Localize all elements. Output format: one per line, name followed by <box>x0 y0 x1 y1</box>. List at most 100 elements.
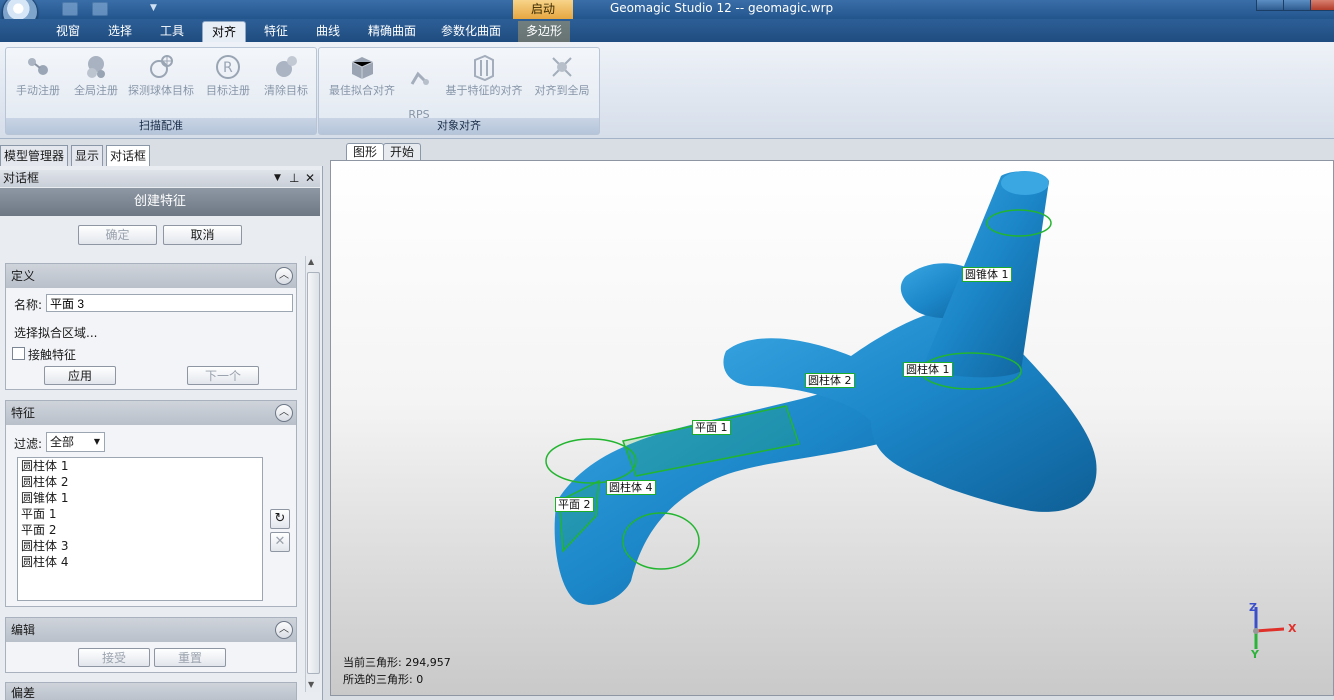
chevron-down-icon: ▼ <box>93 437 100 446</box>
tab-tools[interactable]: 工具 <box>152 21 192 42</box>
axis-triad-icon <box>1253 607 1285 649</box>
tab-align[interactable]: 对齐 <box>202 21 246 43</box>
list-item[interactable]: 圆锥体 1 <box>18 490 262 506</box>
title-bar: Geomagic Studio 12 -- geomagic.wrp <box>0 0 1334 19</box>
list-item[interactable]: 平面 1 <box>18 506 262 522</box>
feature-label-cylinder-1[interactable]: 圆柱体 1 <box>903 362 953 377</box>
detect-sphere-targets-button[interactable]: 探测球体目标 <box>126 52 196 97</box>
tab-start[interactable]: 开始 <box>383 143 422 161</box>
dialog-header-label: 对话框 <box>3 171 40 185</box>
edit-section-title: 编辑 <box>11 623 36 637</box>
tab-parametric-surfacing[interactable]: 参数化曲面 <box>436 21 506 42</box>
features-section-header[interactable]: 特征 ︿ <box>6 401 296 425</box>
align-to-global-button[interactable]: 对齐到全局 <box>529 52 595 97</box>
3d-viewport[interactable]: 圆锥体 1 圆柱体 1 圆柱体 2 平面 1 圆柱体 4 平面 2 当前三角形:… <box>330 160 1334 696</box>
dialog-header: 对话框 ▼ ⊥ ✕ <box>0 170 320 187</box>
feature-label-cylinder-4[interactable]: 圆柱体 4 <box>606 480 656 495</box>
best-fit-alignment-button[interactable]: 最佳拟合对齐 <box>325 52 399 97</box>
filter-label: 过滤: <box>14 437 43 451</box>
next-button[interactable]: 下一个 <box>187 366 259 385</box>
tab-select[interactable]: 选择 <box>100 21 140 42</box>
group-object-alignment: 最佳拟合对齐 RPS 对齐 基于特征的对齐 对齐到全局 对象对齐 <box>318 47 600 135</box>
undo-icon[interactable] <box>62 2 78 16</box>
scroll-down-icon[interactable]: ▼ <box>308 680 314 689</box>
deviation-section: 偏差 <box>5 682 297 700</box>
mesh-model[interactable] <box>331 161 1333 695</box>
selected-triangles-label: 所选的三角形: <box>343 673 413 686</box>
close-panel-icon[interactable]: ✕ <box>305 170 315 187</box>
feature-based-alignment-button[interactable]: 基于特征的对齐 <box>441 52 527 97</box>
definition-section-header[interactable]: 定义 ︿ <box>6 264 296 288</box>
target-registration-button[interactable]: R 目标注册 <box>200 52 256 97</box>
delete-feature-button[interactable]: ✕ <box>270 532 290 552</box>
tab-model-manager[interactable]: 模型管理器 <box>0 145 69 166</box>
dialog-scrollbar[interactable]: ▲ ▼ <box>305 256 320 692</box>
window-title: Geomagic Studio 12 -- geomagic.wrp <box>610 1 834 15</box>
minimize-button[interactable] <box>1256 0 1284 11</box>
list-item[interactable]: 圆柱体 3 <box>18 538 262 554</box>
group-label-scan-registration: 扫描配准 <box>6 118 316 134</box>
manual-registration-button[interactable]: 手动注册 <box>10 52 66 97</box>
definition-section: 定义 ︿ 名称: 选择拟合区域... 接触特征 应用 下一个 <box>5 263 297 390</box>
close-window-button[interactable] <box>1310 0 1334 11</box>
redo-icon[interactable] <box>92 2 108 16</box>
ok-button[interactable]: 确定 <box>78 225 157 245</box>
name-input[interactable] <box>46 294 293 312</box>
scroll-up-icon[interactable]: ▲ <box>308 257 314 266</box>
current-triangles-value: 294,957 <box>405 656 451 669</box>
contact-feature-checkbox[interactable] <box>12 347 25 360</box>
feature-label-cylinder-2[interactable]: 圆柱体 2 <box>805 373 855 388</box>
feature-based-alignment-icon <box>474 54 494 82</box>
collapse-features-icon[interactable]: ︿ <box>275 404 293 422</box>
feature-label-plane-1[interactable]: 平面 1 <box>692 420 731 435</box>
current-triangles-label: 当前三角形: <box>343 656 402 669</box>
svg-text:R: R <box>223 60 233 76</box>
group-scan-registration: 手动注册 全局注册 探测球体目标 R 目标注册 清除目标 扫描配准 <box>5 47 317 135</box>
refresh-feature-button[interactable]: ↻ <box>270 509 290 529</box>
tab-graphics[interactable]: 图形 <box>346 143 385 161</box>
ribbon: 手动注册 全局注册 探测球体目标 R 目标注册 清除目标 扫描配准 最佳拟合对齐… <box>0 42 1334 139</box>
edit-section-header[interactable]: 编辑 ︿ <box>6 618 296 642</box>
scroll-thumb[interactable] <box>307 272 320 674</box>
filter-selected-value: 全部 <box>50 435 75 449</box>
collapse-edit-icon[interactable]: ︿ <box>275 621 293 639</box>
edit-section: 编辑 ︿ 接受 重置 <box>5 617 297 673</box>
global-registration-button[interactable]: 全局注册 <box>68 52 124 97</box>
maximize-button[interactable] <box>1283 0 1311 11</box>
quick-access-dropdown-icon[interactable]: ▼ <box>150 3 157 13</box>
features-section: 特征 ︿ 过滤: 全部 ▼ 圆柱体 1 圆柱体 2 圆锥体 1 平面 1 平面 … <box>5 400 297 607</box>
tab-exact-surfacing[interactable]: 精确曲面 <box>360 21 424 42</box>
tab-view[interactable]: 视窗 <box>48 21 88 42</box>
list-item[interactable]: 圆柱体 2 <box>18 474 262 490</box>
select-fit-region-label: 选择拟合区域... <box>14 326 98 340</box>
clear-targets-button[interactable]: 清除目标 <box>258 52 314 97</box>
list-item[interactable]: 圆柱体 1 <box>18 458 262 474</box>
list-item[interactable]: 平面 2 <box>18 522 262 538</box>
best-fit-alignment-icon <box>351 57 374 79</box>
tab-features[interactable]: 特征 <box>256 21 296 42</box>
list-item[interactable]: 圆柱体 4 <box>18 554 262 570</box>
accept-button[interactable]: 接受 <box>78 648 150 667</box>
deviation-section-header[interactable]: 偏差 <box>6 683 296 700</box>
reset-button[interactable]: 重置 <box>154 648 226 667</box>
pin-icon[interactable]: ⊥ <box>289 170 299 187</box>
apply-button[interactable]: 应用 <box>44 366 116 385</box>
tab-dialog[interactable]: 对话框 <box>106 145 151 166</box>
tab-polygons[interactable]: 多边形 <box>518 21 570 42</box>
features-section-title: 特征 <box>11 406 36 420</box>
rps-alignment-icon <box>410 71 429 85</box>
manual-registration-icon <box>28 58 48 75</box>
feature-label-cone-1[interactable]: 圆锥体 1 <box>962 267 1012 282</box>
cancel-button[interactable]: 取消 <box>163 225 242 245</box>
selected-triangles-value: 0 <box>416 673 424 686</box>
collapse-definition-icon[interactable]: ︿ <box>275 267 293 285</box>
context-tab-startup[interactable]: 启动 <box>513 0 573 19</box>
filter-dropdown[interactable]: 全部 ▼ <box>46 432 105 452</box>
feature-list[interactable]: 圆柱体 1 圆柱体 2 圆锥体 1 平面 1 平面 2 圆柱体 3 圆柱体 4 <box>17 457 263 601</box>
selected-triangles-stat: 所选的三角形: 0 <box>343 671 423 687</box>
feature-label-plane-2[interactable]: 平面 2 <box>555 497 594 512</box>
tab-curves[interactable]: 曲线 <box>308 21 348 42</box>
axis-x-label: X <box>1288 622 1297 635</box>
panel-menu-icon[interactable]: ▼ <box>274 170 281 187</box>
tab-display[interactable]: 显示 <box>71 145 104 166</box>
